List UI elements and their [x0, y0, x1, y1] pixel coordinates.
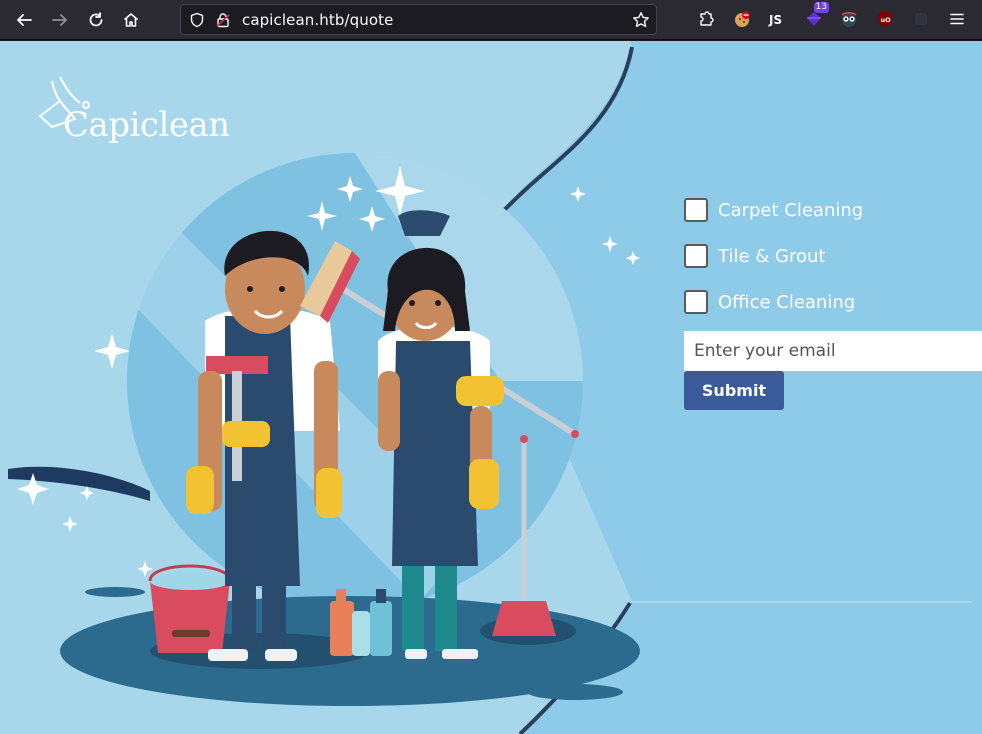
quote-form: Carpet Cleaning Tile & Grout Office Clea…: [684, 187, 982, 410]
bookmark-star-icon[interactable]: [632, 11, 650, 33]
checkbox[interactable]: [684, 244, 708, 268]
service-option-office[interactable]: Office Cleaning: [684, 279, 982, 325]
url-bar[interactable]: capiclean.htb/quote: [180, 4, 657, 35]
cookie-extension-icon[interactable]: [731, 8, 753, 30]
service-label[interactable]: Office Cleaning: [718, 292, 855, 313]
extensions-puzzle-icon[interactable]: [695, 8, 717, 30]
checkbox[interactable]: [684, 198, 708, 222]
shield-icon[interactable]: [189, 12, 205, 32]
back-arrow-icon[interactable]: [10, 6, 38, 34]
reload-icon[interactable]: [82, 6, 110, 34]
service-option-carpet[interactable]: Carpet Cleaning: [684, 187, 982, 233]
insecure-lock-icon[interactable]: [215, 12, 231, 32]
svg-text:uO: uO: [881, 16, 892, 24]
forward-arrow-icon[interactable]: [46, 6, 74, 34]
js-extension-icon[interactable]: JS: [766, 8, 788, 30]
url-text[interactable]: capiclean.htb/quote: [242, 11, 393, 29]
hamburger-menu-icon[interactable]: [946, 8, 968, 30]
site-logo[interactable]: Capiclean: [63, 105, 230, 145]
email-input[interactable]: [684, 331, 982, 371]
svg-text:JS: JS: [768, 13, 782, 27]
extension-badge: 13: [813, 2, 829, 13]
service-label[interactable]: Carpet Cleaning: [718, 200, 863, 221]
browser-toolbar: capiclean.htb/quote JS 13 uO: [0, 0, 982, 40]
submit-button[interactable]: Submit: [684, 371, 784, 410]
owl-extension-icon[interactable]: [838, 8, 860, 30]
ublock-shield-icon[interactable]: uO: [874, 8, 896, 30]
home-icon[interactable]: [117, 6, 145, 34]
service-option-tile[interactable]: Tile & Grout: [684, 233, 982, 279]
service-label[interactable]: Tile & Grout: [718, 246, 825, 267]
checkbox[interactable]: [684, 290, 708, 314]
diamond-extension-icon[interactable]: 13: [803, 2, 829, 30]
page-content: Capiclean Carpet Cleaning Tile & Grout O…: [0, 41, 982, 734]
extension-placeholder-icon[interactable]: [910, 8, 932, 30]
